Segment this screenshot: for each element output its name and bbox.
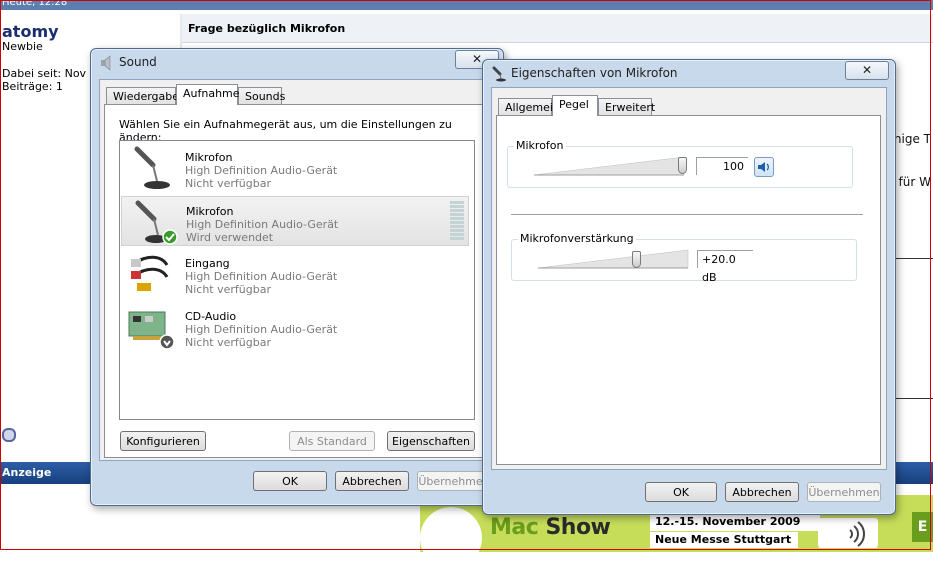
mic-boost-group: Mikrofonverstärkung +20.0 dB bbox=[511, 232, 857, 284]
tab-aufnahme[interactable]: Aufnahme bbox=[176, 84, 240, 105]
device-driver: High Definition Audio-Gerät bbox=[185, 164, 338, 177]
mic-dialog-client: Allgemein Pegel Erweitert Mikrofon 100 M… bbox=[491, 87, 887, 470]
recording-device-list[interactable]: Mikrofon High Definition Audio-Gerät Nic… bbox=[119, 140, 475, 420]
device-name: Eingang bbox=[185, 257, 230, 270]
mic-properties-dialog[interactable]: Eigenschaften von Mikrofon ✕ Allgemein P… bbox=[482, 59, 896, 515]
mic-level-slider-thumb[interactable] bbox=[678, 157, 687, 174]
mic-boost-label: Mikrofonverstärkung bbox=[518, 232, 636, 245]
microphone-active-icon bbox=[135, 200, 178, 245]
device-driver: High Definition Audio-Gerät bbox=[185, 323, 338, 336]
mic-boost-value[interactable]: +20.0 dB bbox=[697, 250, 753, 284]
sound-card-icon bbox=[128, 311, 175, 350]
ad-date: 12.-15. November 2009 bbox=[650, 514, 820, 531]
ad-header-label: Anzeige bbox=[2, 466, 52, 479]
radio-dot-icon[interactable] bbox=[2, 428, 16, 442]
device-status: Nicht verfügbar bbox=[185, 336, 271, 349]
device-status: Nicht verfügbar bbox=[185, 283, 271, 296]
post-author-member-since: Dabei seit: Nov bbox=[2, 67, 87, 80]
list-item[interactable]: Mikrofon High Definition Audio-Gerät Wir… bbox=[121, 196, 469, 246]
tab-erweitert[interactable]: Erweitert bbox=[598, 98, 655, 116]
mic-level-value[interactable]: 100 bbox=[696, 157, 748, 175]
device-name: CD-Audio bbox=[185, 310, 237, 323]
mic-boost-slider-thumb[interactable] bbox=[632, 251, 641, 268]
post-header: Frage bezüglich Mikrofon bbox=[182, 14, 933, 43]
mic-ok-button[interactable]: OK bbox=[645, 482, 717, 502]
tab-wiedergabe[interactable]: Wiedergabe bbox=[106, 87, 179, 105]
mic-apply-button[interactable]: Übernehmen bbox=[807, 482, 881, 502]
pegel-tab-panel: Mikrofon 100 Mikrofonverstärkung +20.0 d… bbox=[496, 115, 881, 465]
post-author-rank: Newbie bbox=[2, 40, 43, 53]
speaker-icon bbox=[101, 55, 111, 71]
post-author-name[interactable]: atomy bbox=[2, 22, 59, 41]
sound-dialog[interactable]: Sound ✕ Wiedergabe Aufnahme Sounds Wähle… bbox=[90, 48, 504, 506]
ad-side-button[interactable]: E bbox=[912, 512, 933, 542]
device-name: Mikrofon bbox=[186, 205, 234, 218]
properties-button[interactable]: Eigenschaften bbox=[387, 431, 475, 451]
post-author-post-count: Beiträge: 1 bbox=[2, 80, 63, 93]
device-driver: High Definition Audio-Gerät bbox=[185, 270, 338, 283]
sound-cancel-button[interactable]: Abbrechen bbox=[335, 471, 409, 491]
mic-level-group: Mikrofon 100 bbox=[507, 139, 853, 188]
post-body-text-fragment: inige T bbox=[890, 132, 931, 146]
device-name: Mikrofon bbox=[185, 151, 233, 164]
device-status: Nicht verfügbar bbox=[185, 177, 271, 190]
speaker-volume-icon bbox=[758, 162, 769, 172]
mic-level-label: Mikrofon bbox=[514, 139, 566, 152]
ad-title-mac: Mac bbox=[490, 515, 539, 540]
aufnahme-tab-panel: Wählen Sie ein Aufnahmegerät aus, um die… bbox=[104, 104, 489, 458]
device-driver: High Definition Audio-Gerät bbox=[186, 218, 339, 231]
sound-ok-button[interactable]: OK bbox=[253, 471, 327, 491]
mic-dialog-title: Eigenschaften von Mikrofon bbox=[511, 66, 678, 80]
ad-title-show: Show bbox=[538, 515, 611, 540]
ad-signal-icon bbox=[818, 518, 878, 548]
microphone-small-icon bbox=[492, 66, 506, 82]
configure-button[interactable]: Konfigurieren bbox=[120, 431, 206, 451]
post-timestamp: Heute, 12:28 bbox=[2, 0, 68, 8]
sound-dialog-title: Sound bbox=[119, 55, 157, 69]
device-status: Wird verwendet bbox=[186, 231, 274, 244]
ad-venue: Neue Messe Stuttgart bbox=[650, 532, 798, 548]
sound-apply-button[interactable]: Übernehmen bbox=[417, 471, 491, 491]
set-default-button[interactable]: Als Standard bbox=[289, 431, 375, 451]
tab-sounds[interactable]: Sounds bbox=[238, 87, 285, 105]
tab-pegel[interactable]: Pegel bbox=[552, 95, 598, 116]
sound-dialog-client: Wiedergabe Aufnahme Sounds Wählen Sie ei… bbox=[99, 79, 495, 461]
list-item[interactable]: Mikrofon High Definition Audio-Gerät Nic… bbox=[121, 143, 469, 193]
ad-title: Mac Show bbox=[490, 515, 611, 540]
group-separator bbox=[511, 214, 863, 216]
mic-boost-slider[interactable] bbox=[538, 248, 694, 270]
signal-waves-icon bbox=[849, 521, 865, 547]
ad-logo-icon bbox=[420, 507, 482, 569]
forum-top-bar: Heute, 12:28 bbox=[0, 0, 933, 10]
level-meter-icon bbox=[450, 201, 464, 240]
mic-cancel-button[interactable]: Abbrechen bbox=[725, 482, 799, 502]
microphone-icon bbox=[134, 146, 170, 189]
list-item[interactable]: Eingang High Definition Audio-Gerät Nich… bbox=[121, 249, 469, 299]
list-item[interactable]: CD-Audio High Definition Audio-Gerät Nic… bbox=[121, 302, 469, 352]
mic-level-slider[interactable] bbox=[534, 155, 690, 177]
post-title: Frage bezüglich Mikrofon bbox=[188, 22, 346, 35]
tab-allgemein[interactable]: Allgemein bbox=[498, 98, 560, 116]
mute-toggle-button[interactable] bbox=[754, 157, 774, 177]
line-in-cable-icon bbox=[131, 255, 169, 291]
mic-close-button[interactable]: ✕ bbox=[845, 61, 889, 80]
